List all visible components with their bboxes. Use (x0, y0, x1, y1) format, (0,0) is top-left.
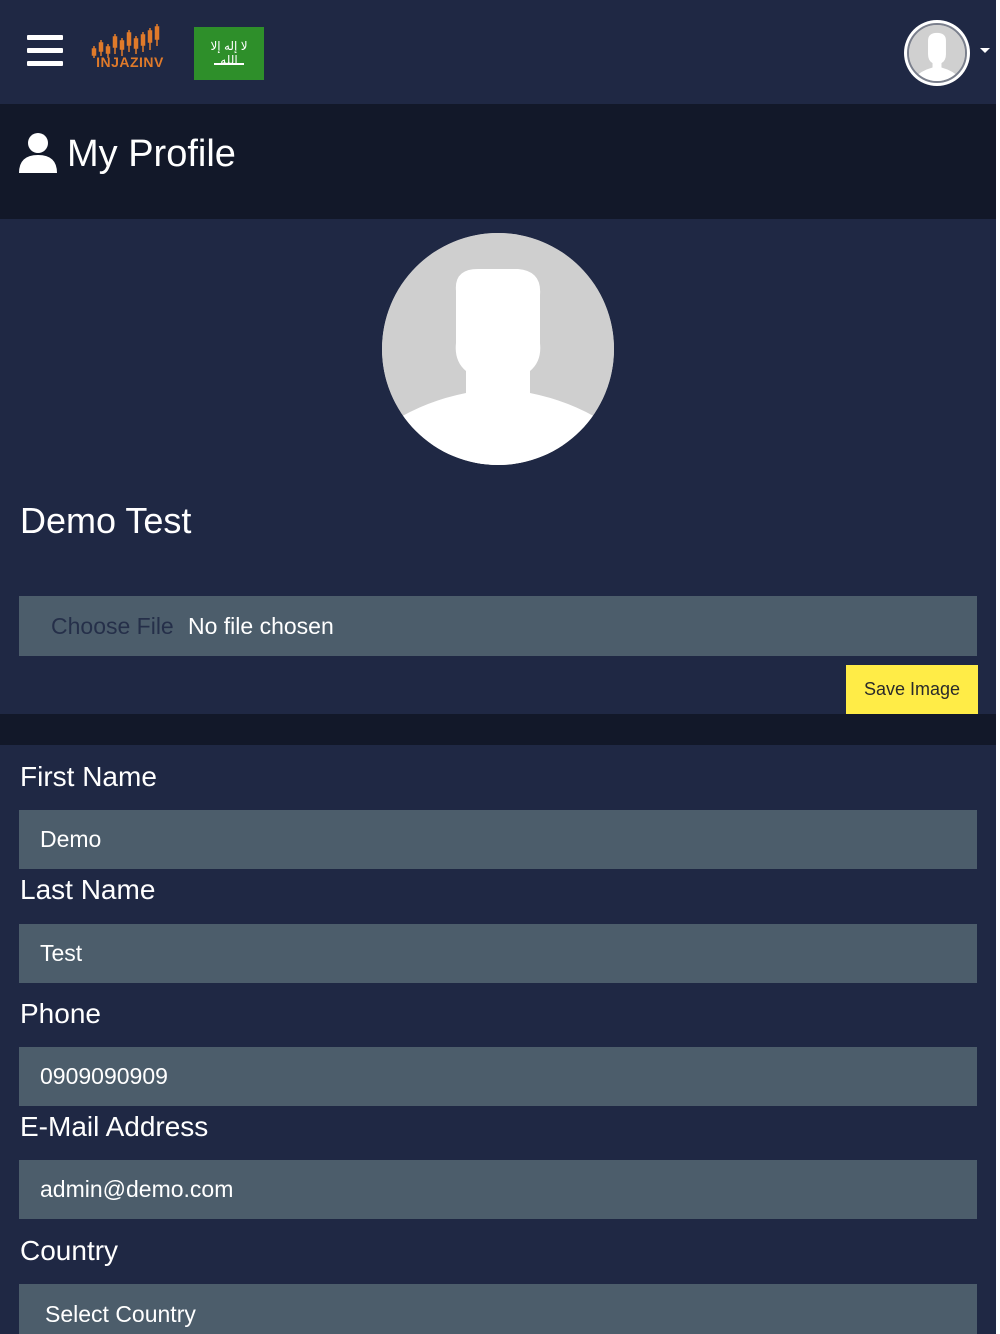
right-edge-strip (996, 0, 1000, 1334)
page-title: My Profile (67, 133, 236, 175)
saudi-flag-language-icon[interactable]: لا إله إلا الله (194, 27, 264, 80)
phone-label: Phone (20, 998, 101, 1029)
candlestick-chart-icon (91, 24, 160, 58)
dropdown-caret-icon[interactable] (980, 48, 990, 53)
file-status-text: No file chosen (188, 613, 334, 639)
flag-sword (214, 63, 244, 65)
choose-file-button[interactable]: Choose File (51, 613, 174, 640)
first-name-field[interactable]: Demo (19, 810, 977, 869)
country-select[interactable]: Select Country (19, 1284, 977, 1334)
top-navbar: INJAZINV لا إله إلا الله (0, 0, 996, 104)
email-label: E-Mail Address (20, 1111, 209, 1142)
profile-silhouette-icon (382, 233, 614, 465)
save-image-button[interactable]: Save Image (846, 665, 978, 714)
hamburger-menu-icon[interactable] (27, 35, 63, 67)
last-name-label: Last Name (20, 874, 156, 905)
section-divider (0, 714, 996, 745)
profile-name: Demo Test (20, 500, 192, 541)
flag-script: لا إله إلا الله (210, 39, 248, 67)
logo-text: INJAZINV (96, 54, 164, 70)
user-avatar-button[interactable] (904, 20, 970, 86)
profile-picture (382, 233, 614, 465)
country-label: Country (20, 1235, 119, 1266)
first-name-label: First Name (20, 761, 157, 792)
user-icon (19, 133, 57, 173)
email-field[interactable]: admin@demo.com (19, 1160, 977, 1219)
choose-file-input[interactable]: Choose File No file chosen (19, 596, 977, 656)
brand-logo[interactable]: INJAZINV (90, 24, 170, 70)
phone-field[interactable]: 0909090909 (19, 1047, 977, 1106)
avatar-silhouette-icon (907, 23, 967, 83)
last-name-field[interactable]: Test (19, 924, 977, 983)
